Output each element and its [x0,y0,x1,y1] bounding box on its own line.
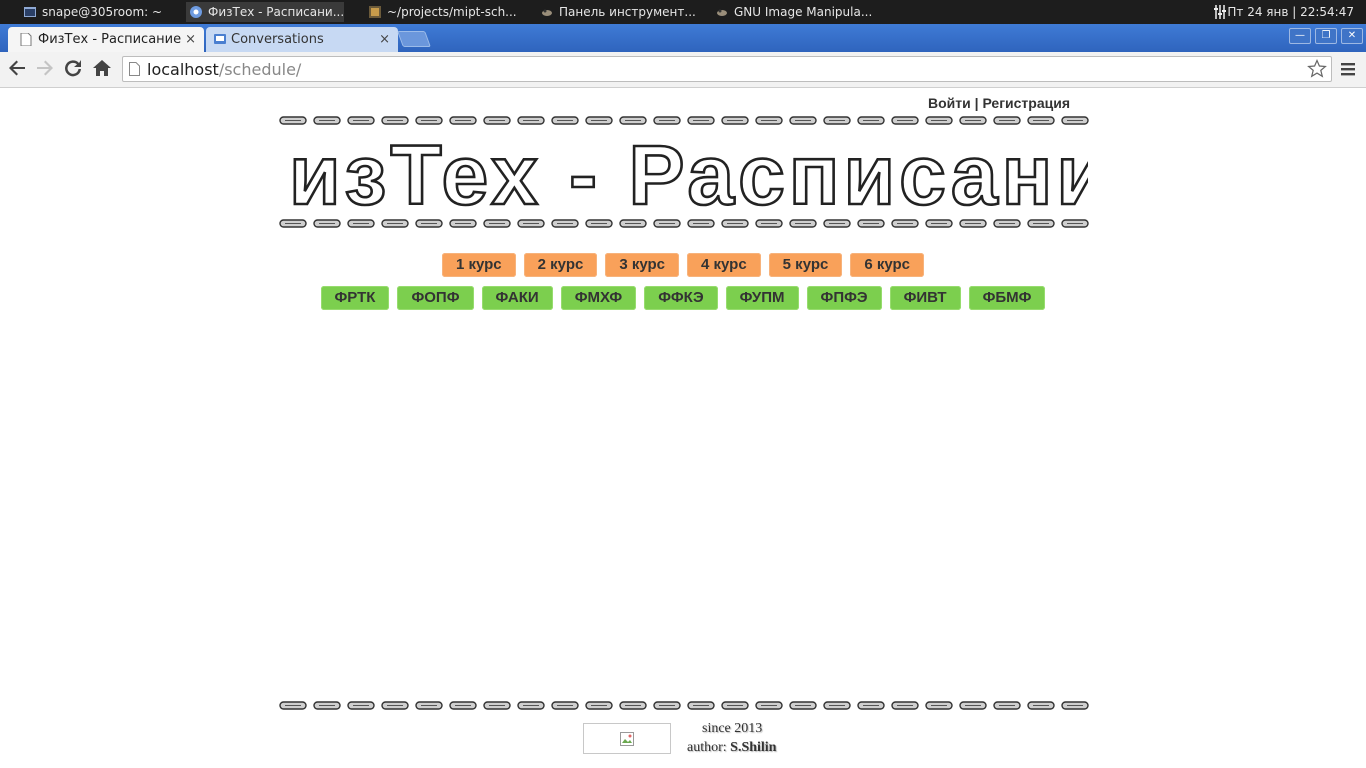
taskbar-item-label: GNU Image Manipula... [734,5,872,19]
back-icon[interactable] [5,56,29,80]
terminal-icon [24,7,36,17]
broken-image-icon [620,732,634,746]
bookmark-star-icon[interactable] [1307,59,1327,79]
home-icon[interactable] [90,56,114,80]
login-link[interactable]: Войти [928,95,971,111]
page-icon [129,62,140,76]
address-bar[interactable]: localhost/schedule/ [122,56,1332,82]
tab-conversations[interactable]: Conversations × [206,27,398,52]
author-name: S.Shilin [730,740,777,755]
chromium-icon [190,6,202,18]
minimize-button[interactable]: — [1289,28,1311,44]
course-button-6[interactable]: 6 курс [850,253,925,277]
sound-mixer-icon[interactable] [1214,5,1226,19]
url-host: localhost [147,60,219,79]
close-icon[interactable]: × [185,27,196,52]
taskbar-item-image-viewer[interactable]: ~/projects/mipt-sch... [365,2,525,22]
restore-button[interactable]: ❐ [1315,28,1337,44]
chain-divider-middle [279,219,1089,228]
author-label: author: [687,740,727,755]
chain-divider-bottom [279,701,1089,710]
faculty-button-faki[interactable]: ФАКИ [481,286,553,310]
gimp-icon [717,9,727,16]
faculty-nav: ФРТК ФОПФ ФАКИ ФМХФ ФФКЭ ФУПМ ФПФЭ ФИВТ ФБМФ [0,286,1366,310]
tab-label: Conversations [231,32,324,47]
auth-links: Войти | Регистрация [928,95,1070,111]
course-button-3[interactable]: 3 курс [605,253,679,277]
author-credit: author: S.Shilin [687,740,776,756]
faculty-button-fupm[interactable]: ФУПМ [725,286,799,310]
site-title: ФизТех - Расписание [288,128,1088,218]
taskbar-item-label: ~/projects/mipt-sch... [387,5,517,19]
gimp-icon [542,9,552,16]
taskbar-item-label: ФизТех - Расписани... [208,5,344,19]
faculty-button-fivt[interactable]: ФИВТ [889,286,961,310]
url-text: localhost/schedule/ [147,60,301,79]
taskbar-item-label: Панель инструмент... [559,5,696,19]
footer-counter-image[interactable] [583,723,671,754]
menu-icon[interactable] [1340,61,1356,77]
page-icon [20,33,32,46]
new-tab-button[interactable] [397,31,431,47]
course-nav: 1 курс 2 курс 3 курс 4 курс 5 курс 6 курс [0,253,1366,277]
close-icon[interactable]: × [379,27,390,52]
forward-icon[interactable] [33,56,57,80]
faculty-button-frtk[interactable]: ФРТК [320,286,390,310]
faculty-button-fbmf[interactable]: ФБМФ [968,286,1046,310]
os-top-panel: snape@305room: ~ ФизТех - Расписани... ~… [0,0,1366,24]
taskbar-item-gimp[interactable]: GNU Image Manipula... [712,2,872,22]
site-title-text: ФизТех - Расписание [288,128,1088,218]
register-link[interactable]: Регистрация [982,95,1070,111]
tab-schedule[interactable]: ФизТех - Расписание × [8,27,204,52]
course-button-2[interactable]: 2 курс [523,253,598,277]
faculty-button-ffke[interactable]: ФФКЭ [644,286,718,310]
browser-tabstrip: ФизТех - Расписание × Conversations × [0,24,1366,52]
faculty-button-fpfe[interactable]: ФПФЭ [806,286,882,310]
auth-separator: | [974,95,979,111]
course-button-4[interactable]: 4 курс [687,253,761,277]
tab-label: ФизТех - Расписание [38,32,182,47]
chat-icon [214,34,226,44]
close-window-button[interactable]: ✕ [1341,28,1363,44]
course-button-1[interactable]: 1 курс [441,253,516,277]
taskbar-item-browser[interactable]: ФизТех - Расписани... [186,2,344,22]
taskbar-item-label: snape@305room: ~ [42,5,163,19]
taskbar-item-terminal[interactable]: snape@305room: ~ [20,2,180,22]
url-path: /schedule/ [218,60,302,79]
taskbar-item-gimp-toolbox[interactable]: Панель инструмент... [537,2,697,22]
reload-icon[interactable] [61,56,85,80]
faculty-button-fopf[interactable]: ФОПФ [397,286,474,310]
faculty-button-fmhf[interactable]: ФМХФ [560,286,637,310]
chain-divider-top [279,116,1089,125]
course-button-5[interactable]: 5 курс [768,253,843,277]
clock[interactable]: Пт 24 янв | 22:54:47 [1227,0,1354,24]
image-viewer-icon [369,6,381,18]
since-text: since 2013 [702,721,763,736]
